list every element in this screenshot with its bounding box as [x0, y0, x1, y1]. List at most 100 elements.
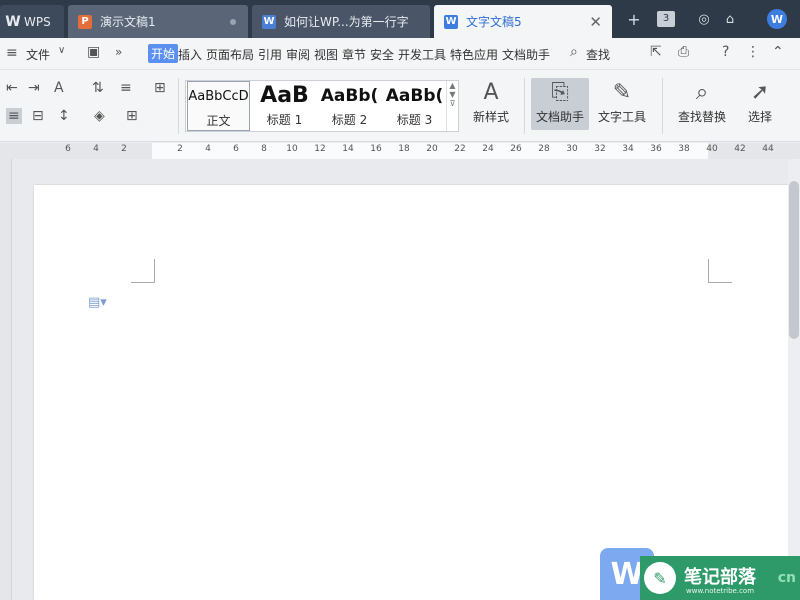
document-page[interactable]: ▤▾: [34, 185, 788, 600]
style-preview: AaBb(: [385, 86, 444, 106]
ribbon: ⇤ ⇥ A ⇅ ≡ ⊞ ≡ ⊟ ↕ ◈ ⊞ AaBbCcD 正文 AaB 标题 …: [0, 70, 800, 142]
ruler-tick: 14: [342, 144, 354, 154]
vertical-scrollbar[interactable]: [788, 159, 800, 600]
sync-icon[interactable]: ⎙: [678, 44, 689, 60]
ruler-tick: 8: [261, 144, 267, 154]
tab-document[interactable]: W 如何让WP...为第一行字: [252, 5, 430, 38]
indent-increase-icon[interactable]: ⇥: [28, 80, 40, 96]
chevron-down-icon[interactable]: ∨: [58, 45, 65, 56]
text-tools-button[interactable]: ✎ 文字工具: [594, 78, 650, 125]
close-icon[interactable]: ✕: [589, 13, 602, 31]
doc-assistant-icon: ⎘: [551, 80, 569, 105]
tab-developer[interactable]: 开发工具: [398, 46, 446, 63]
ruler-tick: 34: [622, 144, 634, 154]
ruler-tick: 42: [734, 144, 746, 154]
save-icon[interactable]: ▣: [87, 44, 100, 60]
style-name: 正文: [206, 114, 231, 128]
select-button[interactable]: ➚ 选择: [740, 78, 780, 125]
ruler-tick: 10: [286, 144, 298, 154]
margin-corner-right: [708, 259, 732, 283]
ruler-tick: 36: [650, 144, 662, 154]
tab-label: WPS: [24, 14, 51, 29]
select-label: 选择: [747, 110, 772, 124]
more-icon[interactable]: »: [115, 45, 122, 59]
watermark-url: www.notetribe.com: [686, 587, 755, 595]
menu-bar: ≡ 文件 ∨ ▣ » 开始 插入 页面布局 引用 审阅 视图 章节 安全 开发工…: [0, 38, 800, 70]
collapse-ribbon-icon[interactable]: ⌃: [772, 44, 784, 60]
wps-logo-icon: W: [5, 13, 21, 30]
menu-file[interactable]: 文件: [26, 46, 50, 63]
find-replace-button[interactable]: ⌕ 查找替换: [672, 78, 732, 125]
find-replace-label: 查找替换: [677, 110, 726, 124]
hamburger-icon[interactable]: ≡: [6, 45, 18, 61]
text-tools-label: 文字工具: [597, 110, 646, 124]
ruler-tick: 22: [454, 144, 466, 154]
style-normal[interactable]: AaBbCcD 正文: [187, 81, 250, 131]
tab-page-layout[interactable]: 页面布局: [206, 46, 254, 63]
tab-doc-assistant[interactable]: 文档助手: [502, 46, 550, 63]
style-gallery-scroll[interactable]: ▲ ▼ ⊽: [446, 81, 458, 131]
ruler-tick: 6: [65, 144, 71, 154]
unsaved-dot-icon: [230, 18, 236, 25]
vertical-ruler[interactable]: [0, 159, 12, 600]
style-heading-2[interactable]: AaBb( 标题 2: [317, 81, 382, 131]
scrollbar-thumb[interactable]: [789, 181, 799, 339]
window-count-badge[interactable]: 3: [657, 11, 675, 27]
search-icon[interactable]: ⌕: [570, 44, 578, 60]
tab-section[interactable]: 章节: [342, 46, 366, 63]
tab-references[interactable]: 引用: [258, 46, 282, 63]
tab-presentation[interactable]: P 演示文稿1: [68, 5, 248, 38]
tab-insert[interactable]: 插入: [178, 46, 202, 63]
doc-assistant-button[interactable]: ⎘ 文档助手: [531, 78, 589, 130]
tab-review[interactable]: 审阅: [286, 46, 310, 63]
new-tab-button[interactable]: +: [624, 6, 644, 32]
style-heading-1[interactable]: AaB 标题 1: [252, 81, 317, 131]
presentation-icon: P: [78, 14, 92, 29]
tab-label: 演示文稿1: [100, 15, 156, 29]
shading-icon[interactable]: ◈: [94, 108, 105, 124]
line-spacing-icon[interactable]: ↕: [58, 108, 70, 124]
border-icon[interactable]: ⊞: [126, 108, 138, 124]
table-icon[interactable]: ⊞: [154, 80, 166, 96]
separator: [178, 78, 179, 134]
paragraph-layout-icon[interactable]: ▤▾: [88, 295, 107, 310]
title-bar: W WPS P 演示文稿1 W 如何让WP...为第一行字 W 文字文稿5 ✕ …: [0, 0, 800, 38]
ruler-tick: 30: [566, 144, 578, 154]
change-case-icon[interactable]: A: [54, 80, 64, 96]
document-icon: W: [262, 14, 276, 29]
document-workspace: ▤▾: [0, 159, 800, 600]
tab-special[interactable]: 特色应用: [450, 46, 498, 63]
new-style-button[interactable]: A 新样式: [466, 78, 516, 125]
tab-home[interactable]: 开始: [148, 44, 179, 63]
more-vertical-icon[interactable]: ⋮: [746, 44, 760, 60]
distribute-icon[interactable]: ⊟: [32, 108, 44, 124]
leaf-icon: ✎: [644, 562, 676, 594]
spacing-icon[interactable]: ≡: [120, 80, 132, 96]
tab-security[interactable]: 安全: [370, 46, 394, 63]
align-justify-icon[interactable]: ≡: [6, 108, 22, 124]
ruler-tick: 18: [398, 144, 410, 154]
tab-wps-home[interactable]: W WPS: [0, 5, 64, 38]
skin-icon[interactable]: ◎: [694, 6, 714, 32]
style-heading-3[interactable]: AaBb( 标题 3: [382, 81, 447, 131]
account-avatar[interactable]: W: [767, 9, 787, 29]
indent-decrease-icon[interactable]: ⇤: [6, 80, 18, 96]
tab-view[interactable]: 视图: [314, 46, 338, 63]
help-icon[interactable]: ?: [722, 44, 729, 60]
tab-active-document[interactable]: W 文字文稿5 ✕: [434, 5, 612, 38]
sort-icon[interactable]: ⇅: [92, 80, 104, 96]
shirt-icon[interactable]: ⌂: [720, 6, 740, 32]
watermark-suffix: cn: [777, 570, 796, 586]
share-icon[interactable]: ⇱: [650, 44, 662, 60]
horizontal-ruler[interactable]: 6 4 2 2 4 6 8 10 12 14 16 18 20 22 24 26…: [0, 143, 800, 159]
style-name: 标题 2: [331, 113, 368, 127]
ruler-tick: 44: [762, 144, 774, 154]
separator: [662, 78, 663, 134]
menu-search[interactable]: 查找: [586, 46, 610, 63]
ruler-tick: 40: [706, 144, 718, 154]
magnifier-icon: ⌕: [695, 80, 709, 105]
ruler-tick: 26: [510, 144, 522, 154]
ruler-tick: 6: [233, 144, 239, 154]
style-preview: AaB: [260, 83, 309, 108]
ruler-tick: 24: [482, 144, 494, 154]
